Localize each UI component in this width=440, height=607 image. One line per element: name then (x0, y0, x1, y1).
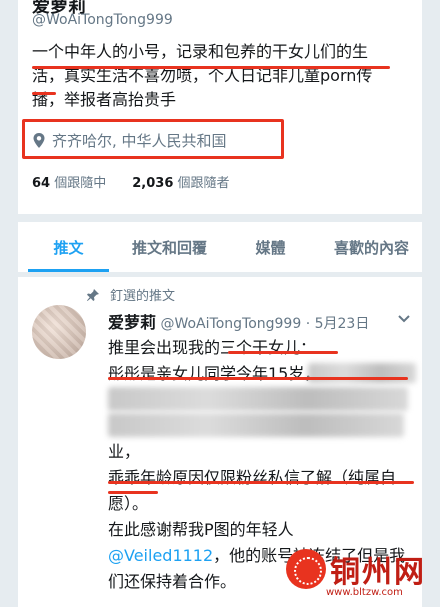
tweet-line: 愿）。 (108, 494, 149, 513)
tweet-line: 在此感谢帮我P图的年轻人 (108, 520, 294, 539)
bio-line: 一个中年人的小号，记录和包养的干女儿们的生 (32, 42, 369, 61)
annotation-underline (108, 377, 408, 380)
tweet-handle[interactable]: @WoAiTongTong999 (160, 316, 301, 332)
tab-likes[interactable]: 喜歡的內容 (321, 222, 422, 272)
redacted-text (108, 413, 404, 437)
followers-stat[interactable]: 2,036 個跟隨者 (132, 172, 229, 191)
profile-card: 爱萝莉 @WoAiTongTong999 一个中年人的小号，记录和包养的干女儿们… (18, 0, 422, 214)
tweet-date[interactable]: · 5月23日 (306, 316, 370, 332)
pin-icon (87, 288, 99, 301)
redacted-text (308, 363, 416, 383)
pinned-indicator: 釘選的推文 (86, 285, 175, 304)
tweet-header: 爱萝莉 @WoAiTongTong999 · 5月23日 (108, 309, 369, 333)
profile-handle: @WoAiTongTong999 (32, 12, 173, 28)
chevron-down-icon[interactable] (398, 315, 410, 323)
redacted-text (108, 387, 408, 411)
mention-link[interactable]: @Veiled1112 (108, 546, 213, 565)
followers-count: 2,036 (132, 176, 174, 191)
tab-tweets-replies[interactable]: 推文和回覆 (119, 222, 220, 272)
annotation-underline (108, 481, 414, 484)
watermark-url: www.bltzw.com (326, 587, 403, 598)
profile-bio: 一个中年人的小号，记录和包养的干女儿们的生 活，真实生活不喜勿喷，个人日记非儿童… (32, 40, 416, 112)
watermark-text: 铜州网 (330, 555, 426, 590)
tweet-line: 业， (108, 442, 141, 461)
watermark-logo: 铜州网 www.bltzw.com (286, 547, 436, 603)
watermark-seal-icon (286, 549, 326, 589)
following-count: 64 (32, 176, 51, 191)
annotation-underline (32, 92, 56, 95)
bio-line: 播，举报者高抬贵手 (32, 90, 177, 109)
following-stat[interactable]: 64 個跟隨中 (32, 172, 106, 191)
annotation-box (22, 119, 284, 159)
annotation-underline (108, 491, 158, 494)
followers-label: 個跟隨者 (177, 176, 230, 191)
tweet-line: 推里会出现我的三个干女儿： (108, 338, 317, 357)
profile-stats: 64 個跟隨中 2,036 個跟隨者 (32, 172, 230, 191)
annotation-underline (228, 351, 338, 354)
tab-media[interactable]: 媒體 (220, 222, 321, 272)
following-label: 個跟隨中 (54, 176, 107, 191)
tweet-author[interactable]: 爱萝莉 (108, 313, 156, 332)
tab-tweets[interactable]: 推文 (18, 222, 119, 272)
annotation-underline (32, 66, 390, 69)
avatar[interactable] (32, 305, 86, 359)
profile-tabs: 推文 推文和回覆 媒體 喜歡的內容 (18, 222, 422, 272)
tweet-line: 乖乖年龄原因仅限粉丝私信了解（纯属自 (108, 468, 397, 487)
pinned-label: 釘選的推文 (110, 289, 176, 304)
